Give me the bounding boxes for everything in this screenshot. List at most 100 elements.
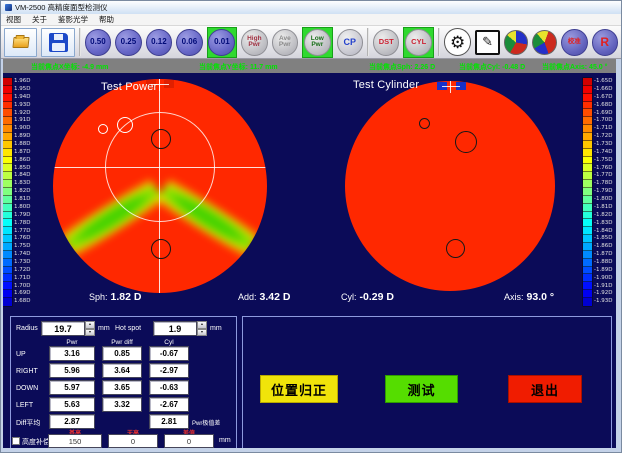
step-0.25-button[interactable]: 0.25	[115, 29, 142, 56]
power-map[interactable]	[53, 79, 267, 293]
ave-pwr-button[interactable]: Ave Pwr	[272, 29, 299, 56]
colorbar-tick: 1.83D	[3, 180, 30, 188]
colorbar-swatch	[583, 196, 592, 204]
colorbar-tick-label: 1.96D	[14, 79, 30, 85]
base-height-input[interactable]	[48, 434, 102, 448]
hotspot-step-up[interactable]: ▲	[197, 321, 207, 329]
axis-label: Axis:	[504, 292, 524, 302]
row-label-diff-avg: Diff平均	[16, 418, 40, 428]
colorbar-tick-label: -1.89D	[594, 268, 612, 274]
cp-button[interactable]: CP	[337, 29, 364, 56]
colorbar-tick-label: 1.95D	[14, 87, 30, 93]
colorbar-tick: -1.68D	[583, 102, 612, 110]
dst-button[interactable]: DST	[373, 29, 400, 56]
colorbar-swatch	[3, 86, 12, 94]
colorbar-tick: 1.71D	[3, 274, 30, 282]
up-pwrdiff-cell: 0.85	[102, 346, 142, 361]
open-folder-icon	[12, 37, 29, 48]
menu-help[interactable]: 帮助	[99, 14, 114, 25]
test-button[interactable]: 测试	[385, 375, 458, 403]
status-focus-y: 当前焦点Y坐标: 11.7 mm	[199, 62, 278, 72]
colorbar-tick-label: 1.91D	[14, 118, 30, 124]
colorbar-tick-label: -1.66D	[594, 87, 612, 93]
colorbar-swatch	[3, 141, 12, 149]
colorbar-tick-label: -1.92D	[594, 291, 612, 297]
hotspot-step-down[interactable]: ▼	[197, 329, 207, 337]
top-height-input[interactable]	[108, 434, 158, 448]
hotspot-label: Hot spot	[115, 325, 141, 332]
reset-button[interactable]: R	[592, 29, 619, 56]
height-comp-unit: mm	[219, 437, 231, 444]
window-edge	[1, 448, 621, 452]
colorbar-swatch	[3, 125, 12, 133]
colorbar-swatch	[3, 109, 12, 117]
settings-button[interactable]: ⚙	[444, 28, 471, 56]
radius-input[interactable]	[41, 321, 85, 336]
step-0.12-button[interactable]: 0.12	[146, 29, 173, 56]
colorbar-swatch	[3, 274, 12, 282]
status-focus-sph: 当前焦点Sph: 2.26 D	[369, 62, 435, 72]
radius-step-up[interactable]: ▲	[85, 321, 95, 329]
colorbar-tick: -1.85D	[583, 235, 612, 243]
low-pwr-button[interactable]: Low Pwr	[304, 29, 331, 56]
menu-company[interactable]: 鉴影光学	[58, 14, 88, 25]
menu-view[interactable]: 视图	[6, 14, 21, 25]
col-header-cyl: Cyl	[149, 339, 189, 346]
step-0.01-button[interactable]: 0.01	[208, 29, 235, 56]
cyl-button[interactable]: CYL	[405, 29, 432, 56]
radius-unit: mm	[98, 325, 110, 332]
colorbar-tick-label: -1.74D	[594, 150, 612, 156]
add-value: 3.42 D	[260, 291, 291, 303]
colorbar-swatch	[583, 141, 592, 149]
top-marker-cross	[442, 86, 460, 87]
save-button[interactable]	[41, 28, 74, 57]
cylinder-map[interactable]	[345, 81, 555, 291]
colorbar-tick-label: -1.72D	[594, 134, 612, 140]
high-pwr-label2: Pwr	[248, 42, 260, 49]
colorbar-tick-label: -1.73D	[594, 142, 612, 148]
hotspot-input[interactable]	[153, 321, 197, 336]
diff-height-input[interactable]	[164, 434, 214, 448]
power-map-icon[interactable]	[504, 30, 529, 55]
colorbar-tick-label: 1.84D	[14, 173, 30, 179]
sph-readout: Sph:1.82 D	[89, 291, 141, 303]
radius-label: Radius	[16, 325, 38, 332]
colorbar-tick-label: -1.78D	[594, 181, 612, 187]
colorbar-swatch	[3, 282, 12, 290]
colorbar-tick: -1.92D	[583, 290, 612, 298]
app-window: VM-2500 高精度面型检测仪 视图 关于 鉴影光学 帮助 0.50 0.25…	[0, 0, 622, 453]
colorbar-swatch	[3, 212, 12, 220]
add-label: Add:	[238, 292, 257, 302]
toolbar: 0.50 0.25 0.12 0.06 0.01 High Pwr Ave Pw…	[1, 26, 621, 59]
step-0.06-button[interactable]: 0.06	[176, 29, 203, 56]
open-file-button[interactable]	[4, 28, 37, 57]
colorbar-swatch	[583, 117, 592, 125]
colorbar-swatch	[3, 180, 12, 188]
colorbar-swatch	[583, 243, 592, 251]
colorbar-tick-label: 1.83D	[14, 181, 30, 187]
colorbar-tick: -1.88D	[583, 259, 612, 267]
radius-step-down[interactable]: ▼	[85, 329, 95, 337]
colorbar-tick: 1.84D	[3, 172, 30, 180]
colorbar-tick-label: -1.90D	[594, 276, 612, 282]
annotation-circle	[455, 131, 477, 153]
right-pwr-cell: 5.96	[49, 363, 95, 378]
cyl-label: Cyl:	[341, 292, 357, 302]
edit-button[interactable]: ✎	[475, 30, 500, 55]
step-0.50-button[interactable]: 0.50	[85, 29, 112, 56]
menu-about[interactable]: 关于	[32, 14, 47, 25]
high-pwr-button[interactable]: High Pwr	[241, 29, 268, 56]
position-reset-button[interactable]: 位置归正	[260, 375, 338, 403]
height-comp-checkbox[interactable]	[12, 437, 20, 445]
calibrate-button[interactable]: 校准	[561, 29, 588, 56]
exit-button[interactable]: 退出	[508, 375, 582, 403]
colorbar-swatch	[583, 157, 592, 165]
colorbar-swatch	[583, 133, 592, 141]
colorbar-swatch	[3, 102, 12, 110]
colorbar-tick: -1.67D	[583, 94, 612, 102]
colorbar-tick: 1.77D	[3, 227, 30, 235]
cylinder-map-icon[interactable]	[532, 30, 557, 55]
left-pwr-cell: 5.63	[49, 397, 95, 412]
annotation-circle	[151, 239, 171, 259]
colorbar-tick: -1.76D	[583, 164, 612, 172]
